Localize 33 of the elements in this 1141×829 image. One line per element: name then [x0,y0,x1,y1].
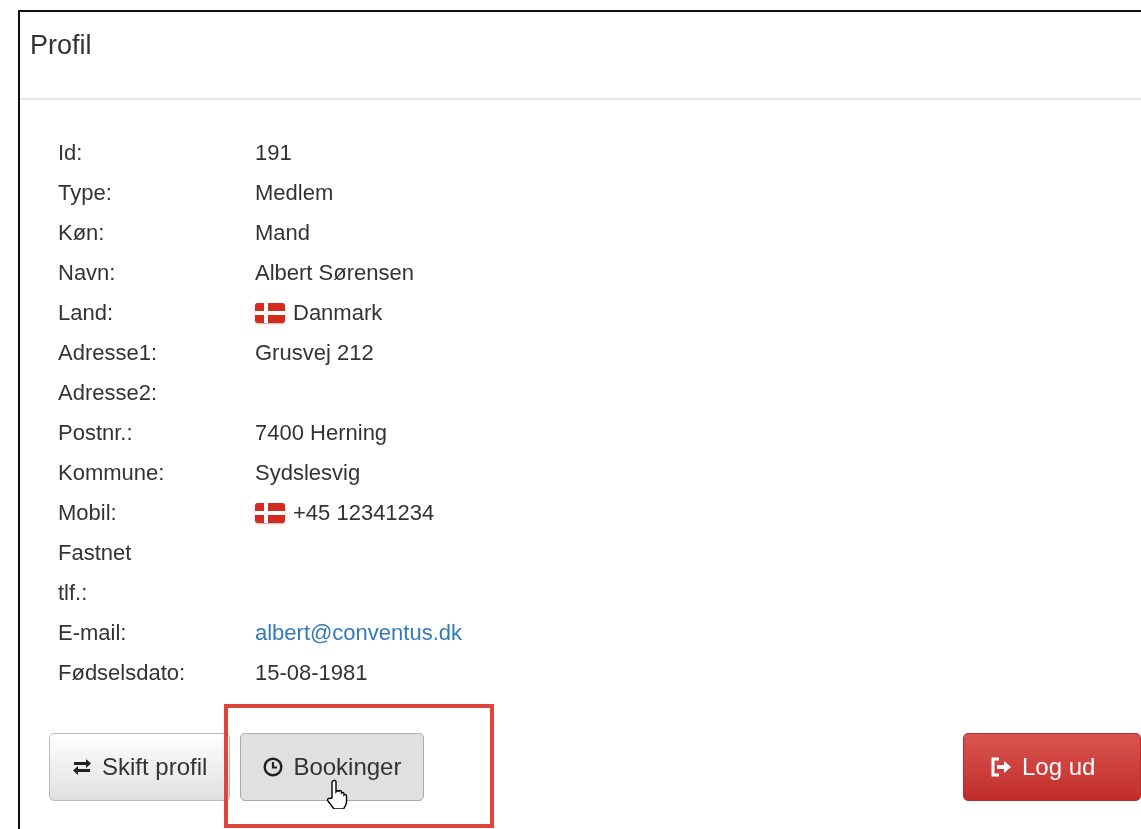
flag-icon [255,303,285,323]
field-value: Medlem [255,179,334,207]
field-value: 15-08-1981 [255,659,368,687]
flag-icon [255,503,285,523]
bookings-button[interactable]: Bookinger [240,733,425,801]
panel-title: Profil [30,30,92,60]
logout-icon [990,757,1012,777]
swap-arrows-icon [72,759,92,775]
field-value: Albert Sørensen [255,259,414,287]
field-value: Grusvej 212 [255,339,374,367]
field-label: Adresse2: [58,379,158,407]
field-label: E-mail: [58,619,128,647]
field-label: Adresse1: [58,339,158,367]
logout-button[interactable]: Log ud [963,733,1141,801]
field-value: Danmark [293,299,383,327]
switch-profile-button[interactable]: Skift profil [49,733,231,801]
field-label: Postnr.: [58,419,134,447]
field-value: 191 [255,139,292,167]
field-label: Id: [58,139,84,167]
field-value: +45 12341234 [293,499,435,527]
field-label: Fødselsdato: [58,659,186,687]
field-value: 7400 Herning [255,419,388,447]
field-label: Type: [58,179,113,207]
email-link[interactable]: albert@conventus.dk [255,613,462,653]
field-value: Sydslesvig [255,459,361,487]
field-label: Fastnet tlf.: [58,539,133,607]
field-label: Kommune: [58,459,165,487]
field-value: Mand [255,219,311,247]
field-label: Land: [58,299,115,327]
field-label: Navn: [58,259,117,287]
field-label: Køn: [58,219,106,247]
clock-icon [263,757,284,777]
field-label: Mobil: [58,499,118,527]
